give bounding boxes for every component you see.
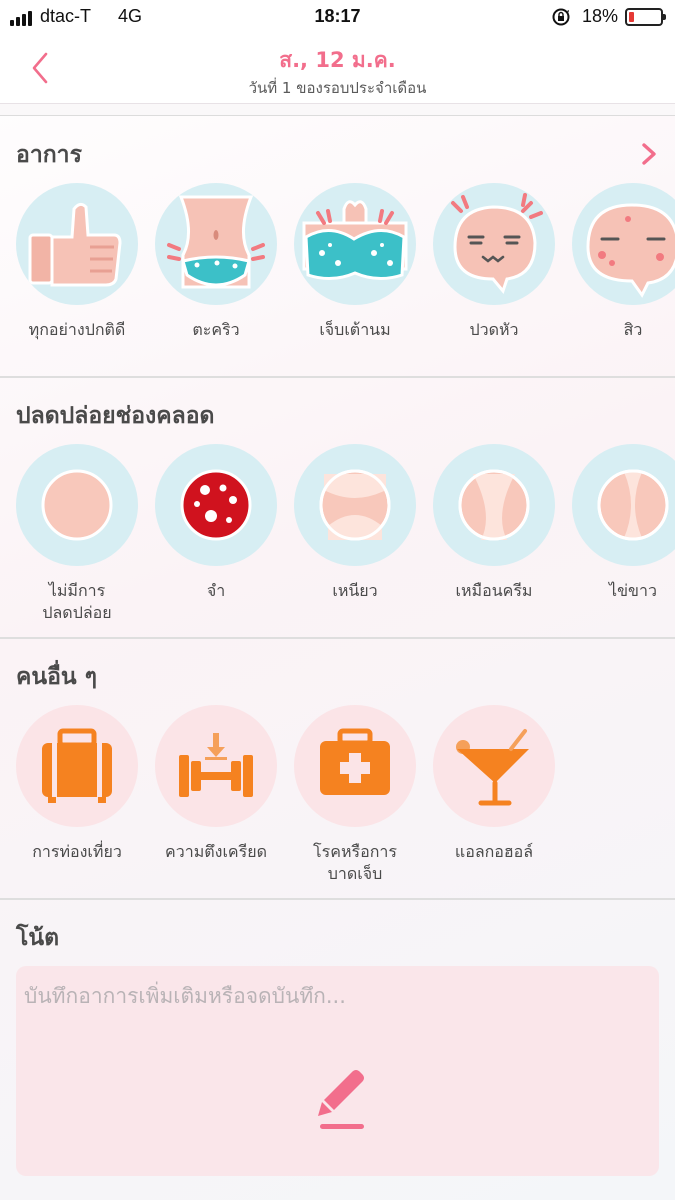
discharge-option[interactable]: ไข่ขาว [564,444,675,602]
acne-face-icon [572,183,675,305]
option-label: เหมือนครีม [455,581,533,600]
option-label: ไข่ขาว [609,581,657,600]
symptom-option[interactable]: ตะคริว [147,183,285,341]
option-label: โรคหรือการ บาดเจ็บ [313,842,397,883]
section-title: คนอื่น ๆ [16,664,98,690]
note-box[interactable] [16,966,659,1176]
others-option[interactable]: โรคหรือการ บาดเจ็บ [286,705,424,885]
page-title: ส., 12 ม.ค. [279,48,396,72]
symptom-option[interactable]: สิว [564,183,675,341]
others-option[interactable]: การท่องเที่ยว [8,705,146,863]
option-label: ตะคริว [192,320,240,339]
symptom-option[interactable]: ปวดหัว [425,183,563,341]
suitcase-icon [16,705,138,827]
discharge-section: ปลดปล่อยช่องคลอด ไม่มีการ ปลดปล่อย จำ เห… [0,378,675,638]
discharge-option[interactable]: เหมือนครีม [425,444,563,602]
option-label: ความตึงเครียด [165,842,267,861]
pencil-icon[interactable] [298,1054,378,1134]
option-label: ทุกอย่างปกติดี [28,320,126,339]
first-aid-kit-icon [294,705,416,827]
discharge-option[interactable]: ไม่มีการ ปลดปล่อย [8,444,146,624]
header-separator [0,104,675,116]
option-label: การท่องเที่ยว [32,842,122,861]
breast-tenderness-icon [294,183,416,305]
symptom-option[interactable]: ทุกอย่างปกติดี [8,183,146,341]
discharge-option[interactable]: เหนียว [286,444,424,602]
cramps-belly-icon [155,183,277,305]
no-discharge-icon [16,444,138,566]
note-input[interactable] [24,976,644,1016]
egg-white-discharge-icon [572,444,675,566]
orientation-lock-icon [552,8,570,26]
section-title: อาการ [16,142,82,168]
app-header: ส., 12 ม.ค. วันที่ 1 ของรอบประจำเดือน [0,34,675,104]
headache-face-icon [433,183,555,305]
spotting-icon [155,444,277,566]
option-label: ปวดหัว [469,320,519,339]
battery-percent: 18% [582,6,619,26]
battery-icon [625,8,666,26]
status-time: 18:17 [314,6,361,26]
option-label: เหนียว [332,581,378,600]
cycle-day-subtitle: วันที่ 1 ของรอบประจำเดือน [248,79,427,97]
section-title: โน้ต [16,925,60,951]
option-label: สิว [623,320,643,339]
chevron-right-icon[interactable] [637,139,661,169]
symptoms-section: อาการ ทุกอย่างปกติดี ตะคริว เจ็บเต้านม ป… [0,117,675,377]
status-bar: dtac-T 4G 18:17 18% [0,0,675,34]
symptom-option[interactable]: เจ็บเต้านม [286,183,424,341]
section-title: ปลดปล่อยช่องคลอด [16,403,215,429]
creamy-discharge-icon [433,444,555,566]
others-option[interactable]: แอลกอฮอล์ [425,705,563,863]
notes-section: โน้ต [0,900,675,960]
others-option[interactable]: ความตึงเครียด [147,705,285,863]
discharge-option[interactable]: จำ [147,444,285,602]
option-label: แอลกอฮอล์ [454,842,534,861]
option-label: เจ็บเต้านม [319,320,391,339]
option-label: จำ [206,581,226,600]
others-section: คนอื่น ๆ การท่องเที่ยว ความตึงเครียด โรค… [0,639,675,899]
thumbs-up-icon [16,183,138,305]
cocktail-icon [433,705,555,827]
dumbbell-stress-icon [155,705,277,827]
sticky-discharge-icon [294,444,416,566]
option-label: ไม่มีการ ปลดปล่อย [42,581,112,622]
